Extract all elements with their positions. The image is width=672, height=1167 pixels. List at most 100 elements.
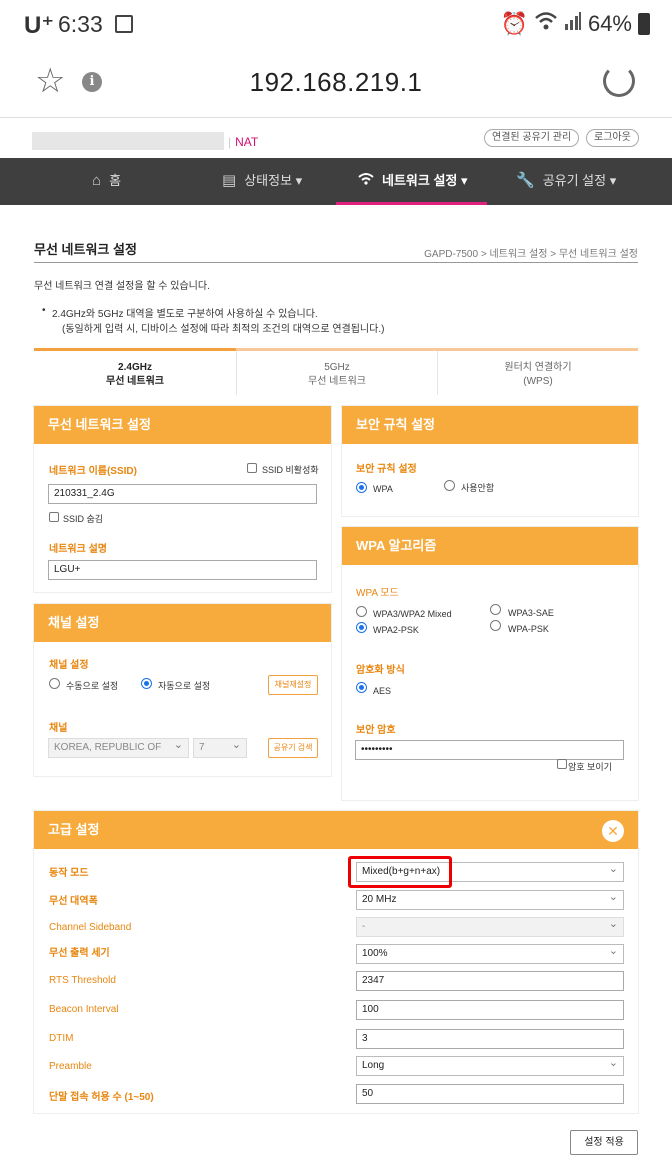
beacon-interval-input[interactable]: 100 xyxy=(356,1000,624,1020)
security-wpa-radio[interactable] xyxy=(356,482,367,493)
preamble-select[interactable]: Long xyxy=(356,1054,624,1076)
title-divider xyxy=(34,262,638,263)
wpa-mode-sae-label: WPA3-SAE xyxy=(508,608,554,618)
nav-status-label: 상태정보 ▾ xyxy=(244,173,303,188)
network-desc-label: 네트워크 설명 xyxy=(49,544,107,555)
highlight-box xyxy=(348,856,452,888)
battery-icon xyxy=(638,13,650,35)
dtim-input[interactable]: 3 xyxy=(356,1029,624,1049)
wpa-mode-mixed-label: WPA3/WPA2 Mixed xyxy=(373,609,452,619)
tab-wps-line1: 원터치 연결하기 xyxy=(504,362,572,373)
channel-manual-label: 수동으로 설정 xyxy=(66,681,119,691)
channel-auto-radio[interactable] xyxy=(141,678,152,689)
encryption-label: 암호화 방식 xyxy=(356,665,405,676)
band-tabs: 2.4GHz 무선 네트워크 5GHz 무선 네트워크 원터치 연결하기 (WP… xyxy=(34,348,638,395)
tab-2-4ghz[interactable]: 2.4GHz 무선 네트워크 xyxy=(34,348,236,392)
security-panel-header: 보안 규칙 설정 xyxy=(342,406,638,444)
channel-reset-button[interactable]: 채널재설정 xyxy=(268,675,318,695)
advanced-panel-header: 고급 설정 xyxy=(34,811,638,849)
router-header: NAT 연결된 공유기 관리 로그아웃 xyxy=(0,118,672,158)
adv-label-bandwidth: 무선 대역폭 xyxy=(49,896,98,907)
channel-settings-panel: 채널 설정 채널 설정 수동으로 설정 자동으로 설정 채널재설정 채널 KOR… xyxy=(34,604,331,776)
encryption-aes-radio[interactable] xyxy=(356,682,367,693)
ssid-disable-checkbox[interactable] xyxy=(247,463,257,473)
home-icon: ⌂ xyxy=(92,172,102,189)
wpa-mode-wpapsk-radio[interactable] xyxy=(490,620,501,631)
country-select[interactable]: KOREA, REPUBLIC OF xyxy=(48,736,189,758)
tab-5ghz[interactable]: 5GHz 무선 네트워크 xyxy=(237,351,437,395)
tab-wps[interactable]: 원터치 연결하기 (WPS) xyxy=(438,351,638,395)
reload-icon[interactable] xyxy=(603,65,635,97)
wpa-mode-label: WPA 모드 xyxy=(356,588,399,599)
ssid-hide-checkbox[interactable] xyxy=(49,512,59,522)
close-icon[interactable]: ✕ xyxy=(602,820,624,842)
tx-power-select[interactable]: 100% xyxy=(356,942,624,964)
ssid-input[interactable]: 210331_2.4G xyxy=(48,484,317,504)
router-search-button[interactable]: 공유기 검색 xyxy=(268,738,318,758)
ssid-label: 네트워크 이름(SSID) xyxy=(49,466,137,477)
bandwidth-select[interactable]: 20 MHz xyxy=(356,888,624,910)
status-bar: U⁺ 6:33 ⏰ 64% xyxy=(0,0,672,50)
nat-label: NAT xyxy=(228,135,258,149)
document-icon: ▤ xyxy=(222,172,237,189)
sideband-select[interactable]: - xyxy=(356,915,624,937)
nav-router[interactable]: 🔧 공유기 설정 ▾ xyxy=(516,158,616,205)
nav-home-label: 홈 xyxy=(109,173,122,188)
wpa-mode-sae-radio[interactable] xyxy=(490,604,501,615)
alarm-icon: ⏰ xyxy=(500,11,528,36)
adv-label-power: 무선 출력 세기 xyxy=(49,948,110,959)
wpa-panel-header: WPA 알고리즘 xyxy=(342,527,638,565)
security-none-radio[interactable] xyxy=(444,480,455,491)
show-password-label: 암호 보이기 xyxy=(568,762,612,772)
adv-label-dtim: DTIM xyxy=(49,1033,74,1044)
nav-status[interactable]: ▤ 상태정보 ▾ xyxy=(222,158,302,205)
status-icons: ⏰ 64% xyxy=(501,11,650,37)
wifi-icon xyxy=(358,158,374,203)
security-label: 보안 규칙 설정 xyxy=(356,464,417,475)
channel-auto-label: 자동으로 설정 xyxy=(158,681,211,691)
nav-home[interactable]: ⌂ 홈 xyxy=(92,158,121,205)
tab-5ghz-line1: 5GHz xyxy=(324,362,350,373)
show-password-checkbox[interactable] xyxy=(557,759,567,769)
rts-threshold-input[interactable]: 2347 xyxy=(356,971,624,991)
adv-label-max-clients: 단말 접속 허용 수 (1~50) xyxy=(49,1092,154,1103)
page-title: 무선 네트워크 설정 xyxy=(34,242,137,257)
ssid-disable-label: SSID 비활성화 xyxy=(262,465,319,475)
adv-label-preamble: Preamble xyxy=(49,1061,92,1072)
network-desc-input[interactable]: LGU+ xyxy=(48,560,317,580)
note-bullet: 2.4GHz와 5GHz 대역을 별도로 구분하여 사용하실 수 있습니다. xyxy=(42,305,318,320)
channel-panel-header: 채널 설정 xyxy=(34,604,331,642)
carrier-label: U⁺ xyxy=(24,12,54,39)
channel-select[interactable]: 7 xyxy=(193,736,247,758)
signal-icon xyxy=(564,11,582,37)
wireless-settings-panel: 무선 네트워크 설정 네트워크 이름(SSID) SSID 비활성화 21033… xyxy=(34,406,331,592)
security-wpa-label: WPA xyxy=(373,484,393,494)
gallery-notification-icon xyxy=(115,15,133,33)
password-input[interactable]: ••••••••• xyxy=(355,740,624,760)
channel-manual-radio[interactable] xyxy=(49,678,60,689)
security-panel: 보안 규칙 설정 보안 규칙 설정 WPA 사용안함 xyxy=(342,406,638,516)
apply-settings-button[interactable]: 설정 적용 xyxy=(570,1130,638,1155)
wpa-mode-wpa2psk-radio[interactable] xyxy=(356,622,367,633)
adv-label-sideband: Channel Sideband xyxy=(49,922,132,933)
channel-label: 채널 xyxy=(49,723,68,734)
adv-label-rts: RTS Threshold xyxy=(49,975,116,986)
manage-routers-button[interactable]: 연결된 공유기 관리 xyxy=(484,129,580,147)
battery-percent: 64% xyxy=(587,11,632,36)
wrench-icon: 🔧 xyxy=(516,172,535,189)
wifi-icon xyxy=(534,11,558,37)
redacted-model-name xyxy=(32,132,224,150)
note-continued: (동일하게 입력 시, 디바이스 설정에 따라 최적의 조건의 대역으로 연결됩… xyxy=(62,324,385,335)
wireless-panel-header: 무선 네트워크 설정 xyxy=(34,406,331,444)
main-nav: ⌂ 홈 ▤ 상태정보 ▾ 네트워크 설정 ▾ 🔧 공유기 설정 ▾ xyxy=(0,158,672,205)
logout-button[interactable]: 로그아웃 xyxy=(586,129,639,147)
url-text[interactable]: 192.168.219.1 xyxy=(0,67,672,98)
nav-network-label: 네트워크 설정 ▾ xyxy=(382,173,468,188)
nav-network[interactable]: 네트워크 설정 ▾ xyxy=(336,158,487,205)
page-description: 무선 네트워크 연결 설정을 할 수 있습니다. xyxy=(34,281,210,292)
wpa-mode-mixed-radio[interactable] xyxy=(356,606,367,617)
clock: 6:33 xyxy=(58,11,103,37)
channel-setting-label: 채널 설정 xyxy=(49,660,89,671)
max-clients-input[interactable]: 50 xyxy=(356,1084,624,1104)
wpa-panel: WPA 알고리즘 WPA 모드 WPA3/WPA2 Mixed WPA3-SAE… xyxy=(342,527,638,800)
